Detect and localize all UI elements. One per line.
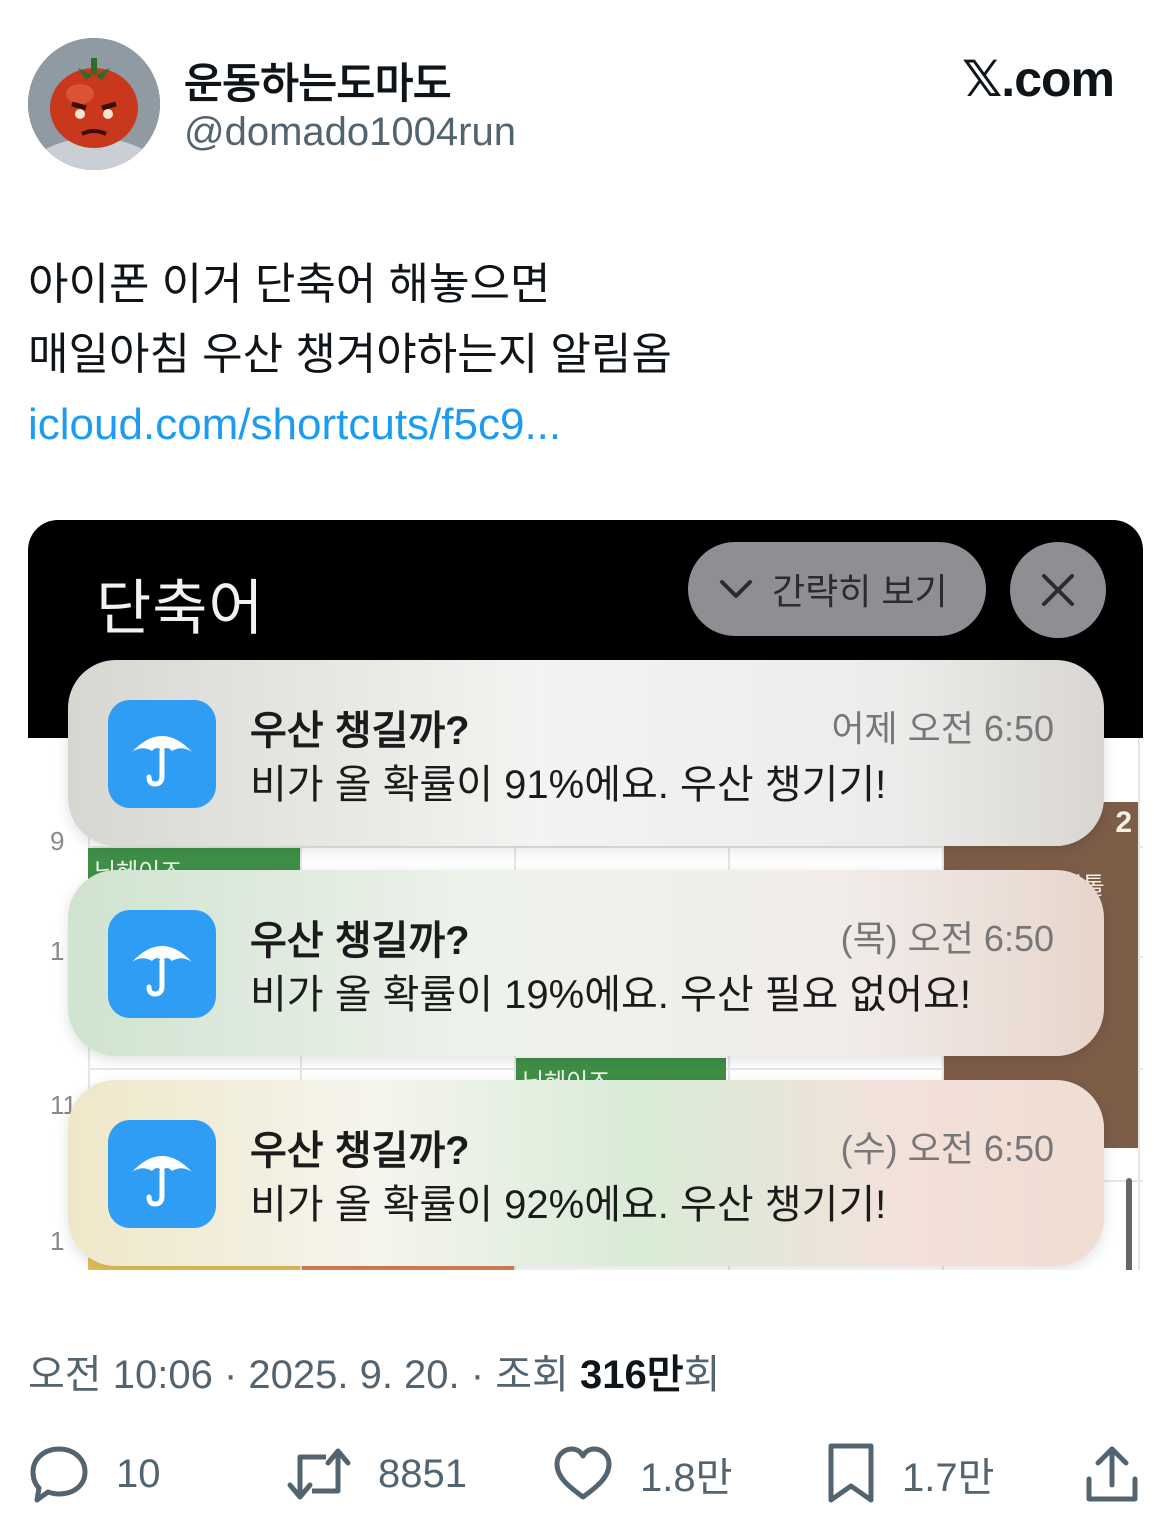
tweet: 운동하는도마도 @domado1004run 𝕏.com 아이폰 이거 단축어 … xyxy=(0,0,1170,1536)
tomato-avatar-icon xyxy=(28,38,160,170)
notification-body: 비가 올 확률이 19%에요. 우산 필요 없어요! xyxy=(250,973,971,1017)
tweet-media[interactable]: 단축어 간략히 보기 9 1 11 1 2 우산 챙길까? 어제 오전 6:50… xyxy=(28,520,1143,1270)
close-icon xyxy=(1042,574,1074,606)
bookmark-count: 1.7만 xyxy=(902,1456,995,1500)
author-display-name[interactable]: 운동하는도마도 xyxy=(184,50,451,111)
bookmark-icon xyxy=(828,1443,874,1503)
notification-body: 비가 올 확률이 91%에요. 우산 챙기기! xyxy=(250,763,887,807)
tweet-meta: 오전 10:06 · 2025. 9. 20. · 조회 316만회 xyxy=(28,1342,720,1400)
views-label: 조회 xyxy=(495,1353,569,1397)
notification-card[interactable]: 우산 챙길까? (수) 오전 6:50 비가 올 확률이 92%에요. 우산 챙… xyxy=(68,1080,1104,1266)
app-icon xyxy=(108,1120,216,1228)
share-icon xyxy=(1086,1446,1138,1502)
x-logo: 𝕏.com xyxy=(962,51,1115,107)
heart-icon xyxy=(554,1446,612,1500)
umbrella-icon xyxy=(132,736,192,787)
views-suffix: 회 xyxy=(683,1353,721,1397)
umbrella-icon xyxy=(132,946,192,997)
close-button[interactable] xyxy=(1010,542,1106,638)
notification-title: 우산 챙길까? xyxy=(250,709,470,753)
repost-count: 8851 xyxy=(378,1451,467,1496)
notification-body: 비가 올 확률이 92%에요. 우산 챙기기! xyxy=(250,1183,887,1227)
avatar[interactable] xyxy=(28,38,160,170)
shortcut-link[interactable]: icloud.com/shortcuts/f5c9... xyxy=(28,390,1138,460)
repost-button[interactable]: 8851 xyxy=(286,1436,467,1512)
repost-icon xyxy=(287,1448,351,1500)
notification-time: (수) 오전 6:50 xyxy=(840,1128,1054,1169)
tweet-line-1: 아이폰 이거 단축어 해놓으면 xyxy=(28,260,551,309)
meta-separator: · xyxy=(223,1353,249,1397)
reply-button[interactable]: 10 xyxy=(28,1436,161,1512)
like-button[interactable]: 1.8만 xyxy=(552,1436,732,1512)
notification-title: 우산 챙길까? xyxy=(250,1129,470,1173)
author-handle[interactable]: @domado1004run xyxy=(184,110,516,155)
notification-title: 우산 챙길까? xyxy=(250,919,470,963)
notification-card[interactable]: 우산 챙길까? (목) 오전 6:50 비가 올 확률이 19%에요. 우산 필… xyxy=(68,870,1104,1056)
scroll-indicator[interactable] xyxy=(1126,1178,1132,1270)
tweet-line-2: 매일아침 우산 챙겨야하는지 알림옴 xyxy=(28,330,672,379)
app-icon xyxy=(108,910,216,1018)
show-less-button[interactable]: 간략히 보기 xyxy=(688,542,986,636)
tweet-text: 아이폰 이거 단축어 해놓으면 매일아침 우산 챙겨야하는지 알림옴 iclou… xyxy=(28,250,1138,460)
tweet-time[interactable]: 오전 10:06 xyxy=(28,1353,213,1397)
calendar-hour: 1 xyxy=(50,936,65,966)
notification-card[interactable]: 우산 챙길까? 어제 오전 6:50 비가 올 확률이 91%에요. 우산 챙기… xyxy=(68,660,1104,846)
notification-time: 어제 오전 6:50 xyxy=(831,708,1054,749)
share-button[interactable] xyxy=(1084,1436,1140,1512)
app-icon xyxy=(108,700,216,808)
shortcuts-title: 단축어 xyxy=(96,575,265,642)
show-less-label: 간략히 보기 xyxy=(772,571,948,612)
like-count: 1.8만 xyxy=(640,1456,733,1500)
bookmark-button[interactable]: 1.7만 xyxy=(826,1436,994,1512)
reply-count: 10 xyxy=(116,1451,161,1496)
action-bar: 10 8851 1.8만 1.7만 xyxy=(0,1436,1170,1516)
meta-separator: · xyxy=(470,1353,496,1397)
notification-time: (목) 오전 6:50 xyxy=(840,918,1054,959)
calendar-hour: 1 xyxy=(50,1226,65,1256)
tweet-date[interactable]: 2025. 9. 20. xyxy=(248,1353,459,1397)
umbrella-icon xyxy=(132,1156,192,1207)
views-count: 316만 xyxy=(579,1353,684,1397)
chevron-down-icon xyxy=(720,580,752,598)
reply-icon xyxy=(30,1446,88,1503)
calendar-hour: 9 xyxy=(50,826,65,856)
